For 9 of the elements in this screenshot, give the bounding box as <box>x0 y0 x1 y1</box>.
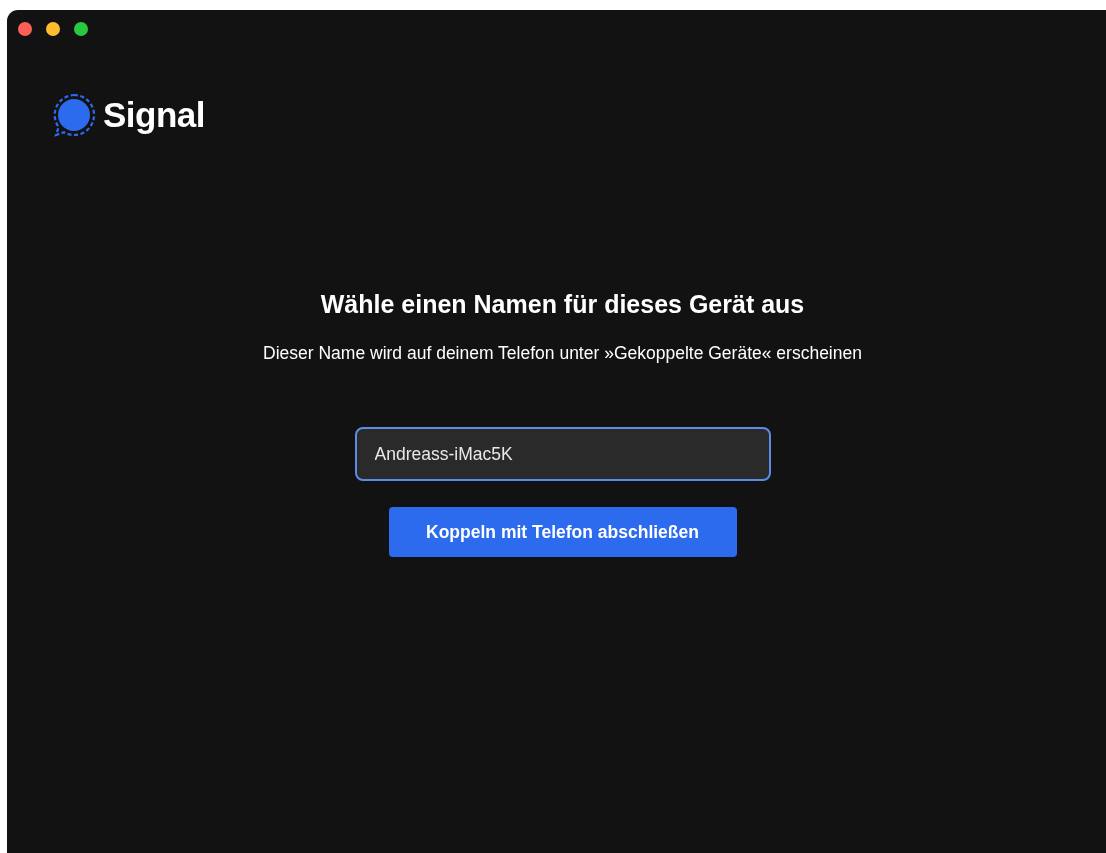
app-name: Signal <box>103 95 206 135</box>
zoom-icon[interactable] <box>74 22 88 36</box>
minimize-icon[interactable] <box>46 22 60 36</box>
speech-bubble-icon <box>51 92 97 138</box>
finish-pairing-button[interactable]: Koppeln mit Telefon abschließen <box>388 507 737 557</box>
description-text: Dieser Name wird auf deinem Telefon unter »Gekoppelte Geräte« erscheinen <box>263 343 862 364</box>
device-name-field[interactable]: Andreass-iMac5K <box>354 427 771 481</box>
page-title: Wähle einen Namen für dieses Gerät aus <box>320 290 805 319</box>
close-icon[interactable] <box>18 22 32 36</box>
